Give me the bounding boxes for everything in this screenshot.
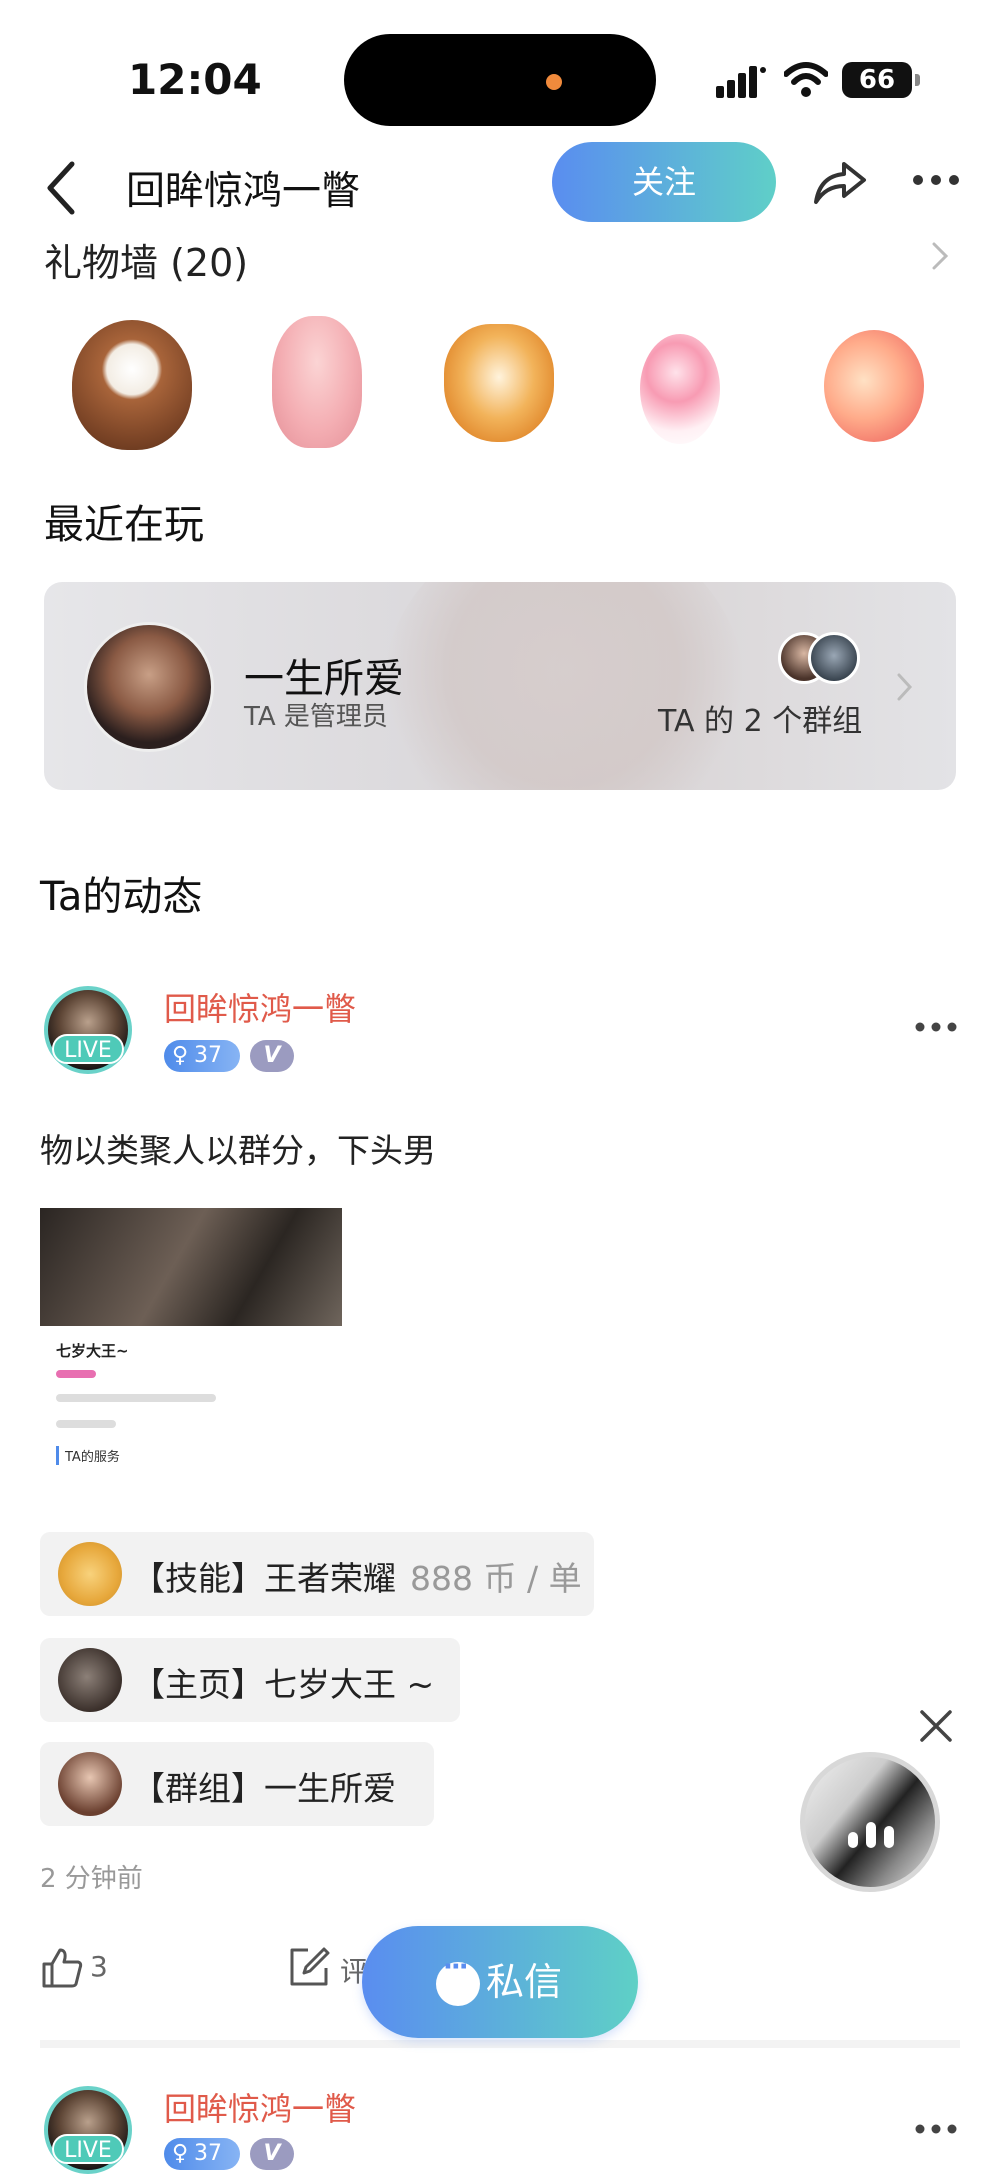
wifi-icon: [784, 62, 828, 97]
skill-chip-label: 【技能】王者荣耀: [132, 1559, 396, 1598]
post-more-icon[interactable]: [914, 2122, 958, 2136]
chat-bubble-icon: [436, 1952, 480, 2006]
level-badge: 37: [164, 1040, 240, 1072]
dynamics-section-title: Ta的动态: [40, 874, 203, 920]
author-name[interactable]: 回眸惊鸿一瞥: [164, 2084, 356, 2130]
card-background-image: [384, 582, 744, 790]
comment-icon[interactable]: [288, 1946, 330, 1988]
image-detail-line: [56, 1370, 96, 1378]
more-options-icon[interactable]: [912, 172, 960, 188]
audio-playing-icon: [848, 1822, 894, 1848]
post-more-icon[interactable]: [914, 1020, 958, 1034]
group-chip-avatar: [58, 1752, 122, 1816]
group-chip-label: 【群组】一生所爱: [132, 1769, 396, 1808]
skill-chip-text: 【技能】王者荣耀 888 币 / 单: [132, 1552, 582, 1600]
like-icon[interactable]: [40, 1946, 84, 1990]
recent-section-title: 最近在玩: [44, 502, 204, 548]
follow-button[interactable]: 关注: [552, 142, 776, 222]
skill-chip[interactable]: 【技能】王者荣耀 888 币 / 单: [40, 1532, 594, 1616]
peach-gift-icon[interactable]: [824, 330, 924, 442]
live-badge: LIVE: [52, 2134, 124, 2164]
group-role: TA 是管理员: [244, 702, 388, 732]
back-arrow-icon[interactable]: [42, 158, 82, 218]
verified-badge: V: [250, 1040, 294, 1072]
chevron-right-icon[interactable]: [930, 240, 950, 272]
live-badge: LIVE: [52, 1034, 124, 1064]
image-detail-line: [56, 1394, 216, 1402]
coconut-gift-icon[interactable]: [72, 320, 192, 450]
group-thumb-avatar: [808, 632, 860, 684]
gift-list: [0, 310, 1000, 450]
level-badge: 37: [164, 2138, 240, 2170]
skill-chip-price: 888 币 / 单: [410, 1559, 582, 1598]
post-text: 物以类聚人以群分，下头男: [40, 1131, 436, 1170]
image-photo-area: [40, 1208, 342, 1326]
homepage-avatar: [58, 1648, 122, 1712]
status-time: 12:04: [128, 55, 262, 104]
like-count[interactable]: 3: [90, 1950, 108, 1983]
groups-count-label: TA 的 2 个群组: [658, 704, 863, 739]
share-icon[interactable]: [812, 158, 868, 206]
status-bar: 12:04 66: [0, 0, 1000, 150]
lollipop-wand-gift-icon[interactable]: [640, 334, 720, 444]
post-timestamp: 2 分钟前: [40, 1864, 143, 1894]
post-divider: [40, 2040, 960, 2048]
post-image[interactable]: 七岁大王~ TA的服务: [40, 1208, 342, 1510]
close-icon[interactable]: [918, 1708, 954, 1744]
group-chip[interactable]: 【群组】一生所爱: [40, 1742, 434, 1826]
verified-badge: V: [250, 2138, 294, 2170]
gift-wall-title[interactable]: 礼物墙 (20): [44, 232, 248, 287]
author-name[interactable]: 回眸惊鸿一瞥: [164, 984, 356, 1030]
homepage-chip-label: 【主页】七岁大王 ~: [132, 1665, 435, 1704]
cellular-signal-icon: [716, 66, 766, 98]
page-title: 回眸惊鸿一瞥: [126, 169, 361, 214]
image-profile-name: 七岁大王~: [56, 1342, 129, 1360]
private-message-button[interactable]: 私信: [362, 1926, 638, 2038]
group-avatar: [84, 622, 214, 752]
image-service-label: TA的服务: [56, 1446, 120, 1465]
chevron-right-icon: [897, 673, 913, 701]
battery-indicator: 66: [842, 62, 920, 98]
profile-header: 回眸惊鸿一瞥 关注: [0, 140, 1000, 240]
homepage-chip[interactable]: 【主页】七岁大王 ~: [40, 1638, 460, 1722]
dynamic-island: [344, 34, 656, 126]
corgi-gift-icon[interactable]: [444, 324, 554, 442]
image-detail-line: [56, 1420, 116, 1428]
pig-gift-icon[interactable]: [272, 316, 362, 448]
recent-group-card[interactable]: 一生所爱 TA 是管理员 TA 的 2 个群组: [44, 582, 956, 790]
recording-indicator-icon: [546, 74, 562, 90]
honor-of-kings-icon: [58, 1542, 122, 1606]
